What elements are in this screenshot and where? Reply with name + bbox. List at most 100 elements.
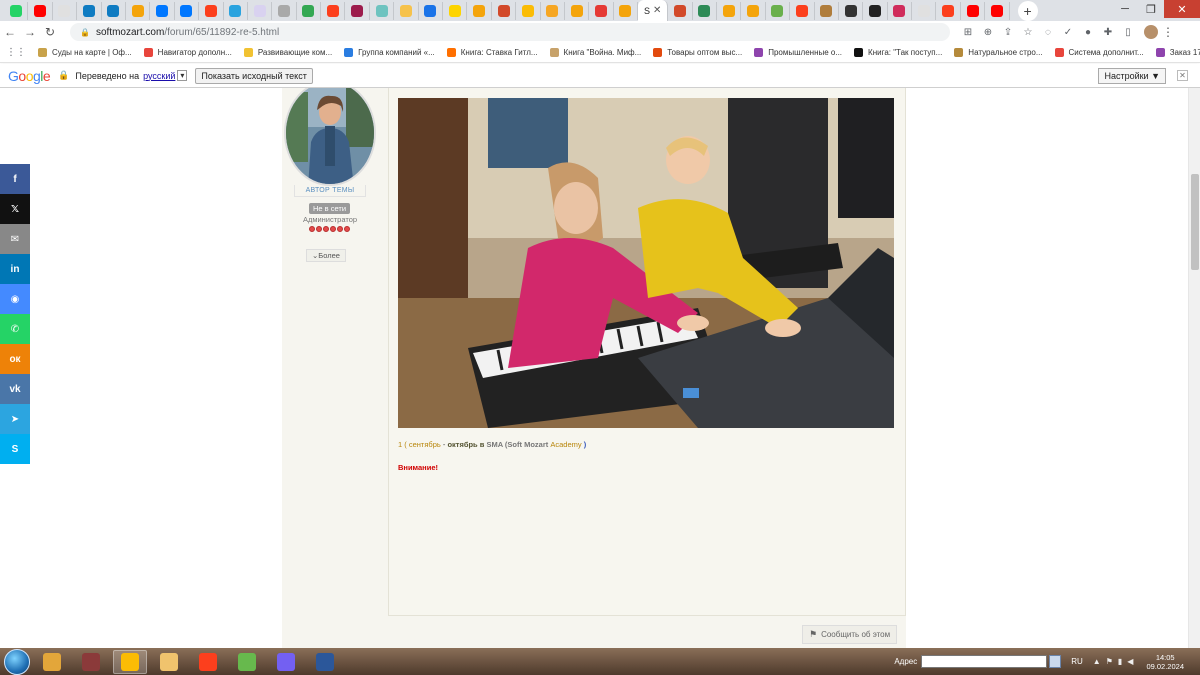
clock[interactable]: 14:05 09.02.2024: [1146, 653, 1184, 671]
vk-icon[interactable]: vk: [0, 374, 30, 404]
browser-tab[interactable]: [790, 1, 815, 20]
translate-icon[interactable]: ⊞: [958, 27, 978, 38]
skype-icon[interactable]: S: [0, 434, 30, 464]
x-icon[interactable]: 𝕏: [0, 194, 30, 224]
language-dropdown[interactable]: ▾: [177, 70, 188, 81]
messenger-icon[interactable]: ◉: [0, 284, 30, 314]
facebook-icon[interactable]: f: [0, 164, 30, 194]
browser-tab[interactable]: [717, 1, 742, 20]
extension-shield-icon[interactable]: ◌: [1038, 27, 1058, 38]
maximize-icon[interactable]: ❐: [1138, 0, 1164, 18]
scrollbar-thumb[interactable]: [1191, 174, 1199, 270]
show-original-button[interactable]: Показать исходный текст: [195, 67, 313, 84]
bookmark-item[interactable]: Группа компаний «...: [344, 48, 435, 57]
tray-arrow-icon[interactable]: ▲: [1093, 657, 1101, 666]
network-icon[interactable]: ▮: [1118, 657, 1122, 666]
close-window-icon[interactable]: ✕: [1164, 0, 1200, 18]
bookmark-item[interactable]: Книга: Ставка Гитл...: [446, 48, 538, 57]
browser-tab[interactable]: [419, 1, 444, 20]
browser-tab[interactable]: [693, 1, 717, 20]
browser-tab[interactable]: [961, 1, 986, 20]
language-link[interactable]: русский: [143, 71, 175, 81]
bookmark-item[interactable]: Книга "Война. Миф...: [549, 48, 641, 57]
browser-tab[interactable]: [863, 1, 888, 20]
taskbar-app[interactable]: [35, 650, 69, 674]
taskbar-app[interactable]: [191, 650, 225, 674]
browser-tab[interactable]: [516, 1, 541, 20]
browser-tab[interactable]: [28, 1, 53, 20]
taskbar-app[interactable]: [230, 650, 264, 674]
volume-icon[interactable]: ◀: [1127, 657, 1133, 666]
profile-avatar[interactable]: [1144, 25, 1158, 39]
close-tab-icon[interactable]: ✕: [653, 5, 661, 16]
taskbar-app[interactable]: [74, 650, 108, 674]
post-photo[interactable]: [398, 98, 894, 428]
browser-tab[interactable]: [668, 1, 693, 20]
bookmark-item[interactable]: Суды на карте | Оф...: [38, 48, 132, 57]
language-indicator[interactable]: RU: [1071, 657, 1083, 666]
browser-tab[interactable]: [985, 1, 1010, 20]
extension-dot-icon[interactable]: ●: [1078, 27, 1098, 38]
bookmark-item[interactable]: Система дополнит...: [1054, 48, 1144, 57]
odnoklassniki-icon[interactable]: ок: [0, 344, 30, 374]
browser-tab[interactable]: [589, 1, 614, 20]
more-button[interactable]: ⌄Более: [306, 249, 346, 262]
address-bar[interactable]: 🔒 softmozart.com/forum/65/11892-re-5.htm…: [70, 23, 950, 41]
browser-tab[interactable]: [467, 1, 492, 20]
share-icon[interactable]: ⇪: [998, 27, 1018, 38]
telegram-icon[interactable]: ➤: [0, 404, 30, 434]
browser-tab[interactable]: [77, 1, 102, 20]
browser-tab[interactable]: [345, 1, 370, 20]
browser-tab[interactable]: [53, 1, 78, 20]
author-avatar[interactable]: [284, 88, 376, 186]
browser-tab[interactable]: [224, 1, 248, 20]
bookmark-item[interactable]: Натуральное стро...: [954, 48, 1043, 57]
browser-tab[interactable]: [565, 1, 590, 20]
bookmark-item[interactable]: Навигатор дополн...: [143, 48, 232, 57]
action-center-icon[interactable]: ⚑: [1106, 657, 1113, 666]
browser-tab[interactable]: [199, 1, 224, 20]
browser-tab[interactable]: S ✕: [638, 0, 669, 21]
browser-tab[interactable]: [4, 1, 29, 20]
browser-tab[interactable]: [815, 1, 839, 20]
browser-tab[interactable]: [766, 1, 791, 20]
translate-settings-button[interactable]: Настройки ▼: [1098, 68, 1166, 84]
browser-tab[interactable]: [370, 1, 395, 20]
install-icon[interactable]: ⊕: [978, 27, 998, 38]
browser-tab[interactable]: [741, 1, 766, 20]
browser-tab[interactable]: [443, 1, 468, 20]
extension-check-icon[interactable]: ✓: [1058, 27, 1078, 38]
address-toolbar-input[interactable]: [921, 655, 1048, 668]
taskbar-app[interactable]: [113, 649, 147, 674]
bookmark-item[interactable]: Развивающие ком...: [243, 48, 332, 57]
bookmark-item[interactable]: Книга: "Так поступ...: [854, 48, 942, 57]
page-scrollbar[interactable]: [1188, 88, 1200, 648]
reload-icon[interactable]: ↻: [40, 25, 60, 39]
forward-icon[interactable]: →: [20, 25, 40, 39]
browser-tab[interactable]: [888, 1, 913, 20]
browser-tab[interactable]: [175, 1, 200, 20]
bookmark-item[interactable]: Промышленные о...: [754, 48, 842, 57]
browser-tab[interactable]: [297, 1, 322, 20]
browser-tab[interactable]: [492, 1, 517, 20]
bookmark-item[interactable]: Товары оптом выс...: [653, 48, 742, 57]
report-button[interactable]: ⚑ Сообщить об этом: [802, 625, 898, 644]
star-icon[interactable]: ☆: [1018, 27, 1038, 38]
browser-tab[interactable]: [150, 1, 175, 20]
new-tab-button[interactable]: +: [1017, 0, 1038, 21]
close-icon[interactable]: ✕: [1177, 70, 1188, 81]
browser-tab[interactable]: [321, 1, 346, 20]
browser-tab[interactable]: [248, 1, 273, 20]
whatsapp-icon[interactable]: ✆: [0, 314, 30, 344]
bookmark-item[interactable]: Заказ 17399823 | Л...: [1155, 48, 1200, 57]
browser-tab[interactable]: [102, 1, 126, 20]
menu-icon[interactable]: ⋮: [1158, 25, 1178, 39]
puzzle-icon[interactable]: ✚: [1098, 27, 1118, 38]
minimize-icon[interactable]: ─: [1112, 0, 1138, 18]
apps-icon[interactable]: ⋮⋮: [6, 47, 26, 58]
taskbar-app[interactable]: [308, 650, 342, 674]
back-icon[interactable]: ←: [0, 25, 20, 39]
browser-tab[interactable]: [839, 1, 864, 20]
start-button[interactable]: [4, 648, 30, 675]
browser-tab[interactable]: [912, 1, 937, 20]
